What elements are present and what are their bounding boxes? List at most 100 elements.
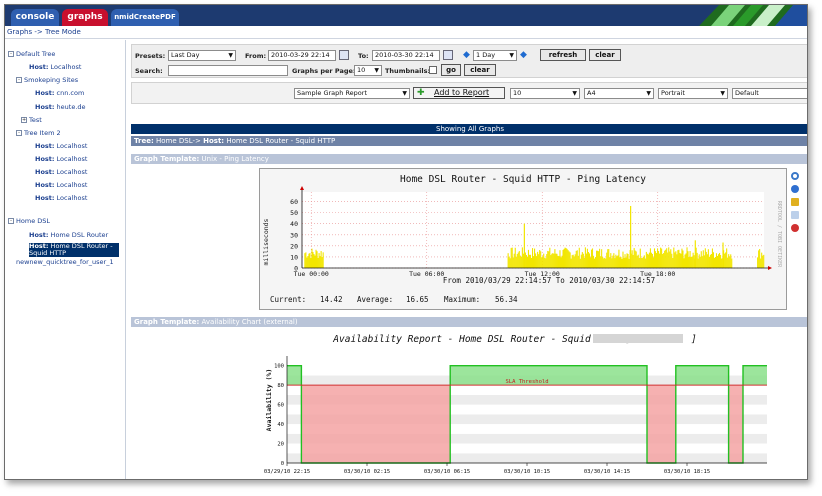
tree-host[interactable]: Host: Localhost	[35, 142, 87, 150]
tree-host[interactable]: Host: Localhost	[29, 63, 81, 71]
tree-folder[interactable]: - Default Tree	[8, 50, 55, 58]
tree-folder[interactable]: + Test	[21, 116, 42, 124]
ping-bar	[599, 248, 601, 268]
ping-bar	[595, 257, 597, 268]
ping-bar	[313, 254, 315, 268]
edit-icon[interactable]	[791, 198, 799, 206]
ping-bar	[601, 249, 603, 268]
ping-bar	[653, 248, 656, 268]
redacted-hostname	[593, 334, 683, 343]
ping-bar	[650, 252, 653, 268]
tree-item-label: Localhost	[48, 63, 82, 71]
to-date-input[interactable]: 2010-03-30 22:14	[372, 50, 440, 61]
tree-host[interactable]: Host: Localhost	[35, 181, 87, 189]
ping-bar	[513, 253, 515, 268]
go-button[interactable]: go	[441, 64, 461, 76]
ping-bar	[618, 249, 620, 268]
host-prefix: Host:	[29, 63, 49, 71]
delete-icon[interactable]	[791, 224, 799, 232]
ping-bar	[686, 247, 688, 268]
ping-bar	[639, 248, 641, 268]
report-count-select[interactable]: 10 ▼	[510, 88, 580, 99]
ping-bar	[319, 256, 321, 268]
tree-host[interactable]: Host: cnn.com	[35, 89, 84, 97]
thumbnails-checkbox[interactable]	[429, 66, 437, 74]
tree-folder[interactable]: - Home DSL	[8, 217, 50, 225]
tree-host[interactable]: Host: Localhost	[35, 168, 87, 176]
tree-host[interactable]: Host: Localhost	[35, 155, 87, 163]
ping-bar	[603, 258, 605, 268]
ping-spike-bar	[630, 205, 632, 268]
tab-graphs[interactable]: graphs	[62, 9, 108, 26]
from-date-input[interactable]: 2010-03-29 22:14	[268, 50, 336, 61]
zoom-icon[interactable]	[791, 172, 799, 180]
calendar-icon[interactable]	[443, 50, 453, 60]
ping-bar	[636, 255, 638, 268]
ping-bar	[307, 256, 309, 268]
ping-bar	[566, 248, 568, 268]
ping-bar	[507, 253, 509, 268]
availability-up-area	[287, 365, 302, 386]
clear-search-button[interactable]: clear	[464, 64, 496, 76]
ping-latency-graph[interactable]: Home DSL Router - Squid HTTP - Ping Late…	[259, 168, 787, 310]
add-to-report-button[interactable]: ✚ Add to Report	[413, 87, 505, 99]
orientation-select[interactable]: Portrait ▼	[658, 88, 728, 99]
breadcrumb-text[interactable]: Graphs -> Tree Mode	[7, 28, 81, 36]
expand-icon[interactable]: +	[21, 117, 27, 123]
ping-bar	[698, 254, 700, 268]
ping-bar	[693, 255, 695, 268]
ping-bar	[675, 251, 677, 268]
shift-left-icon[interactable]: ◆	[463, 50, 470, 60]
tree-leaf[interactable]: newnew_quicktree_for_user_1	[16, 258, 114, 266]
host-prefix: Host:	[35, 168, 55, 176]
paper-size-select[interactable]: A4 ▼	[584, 88, 654, 99]
tree-host[interactable]: Host: Home DSL Router - Squid HTTP	[29, 243, 119, 257]
ping-bar	[530, 257, 533, 268]
collapse-icon[interactable]: -	[16, 77, 22, 83]
availability-x-tick: 03/29/10 22:15	[264, 469, 310, 475]
ping-bar	[661, 248, 663, 268]
breadcrumb: Graphs -> Tree Mode	[5, 26, 807, 39]
graphs-per-page-select[interactable]: 10 ▼	[354, 65, 382, 76]
clear-button[interactable]: clear	[589, 49, 621, 61]
refresh-icon[interactable]	[791, 185, 799, 193]
tree-host[interactable]: Host: Home DSL Router	[29, 231, 108, 239]
collapse-icon[interactable]: -	[8, 51, 14, 57]
report-select[interactable]: Sample Graph Report ▼	[294, 88, 410, 99]
ping-bar	[622, 251, 624, 268]
report-count-value: 10	[513, 89, 522, 97]
ping-bar	[611, 258, 613, 268]
csv-export-icon[interactable]	[791, 211, 799, 219]
calendar-icon[interactable]	[339, 50, 349, 60]
tab-console[interactable]: console	[11, 9, 59, 26]
chevron-down-icon: ▼	[646, 90, 651, 97]
collapse-icon[interactable]: -	[8, 218, 14, 224]
ping-bar	[540, 251, 542, 268]
shift-right-icon[interactable]: ◆	[520, 50, 527, 60]
timespan-select[interactable]: 1 Day ▼	[473, 50, 517, 61]
ping-bar	[576, 250, 578, 268]
ping-bar	[658, 250, 660, 268]
presets-select[interactable]: Last Day ▼	[168, 50, 236, 61]
collapse-icon[interactable]: -	[16, 130, 22, 136]
ping-bar	[596, 250, 598, 268]
ping-bar	[316, 251, 318, 268]
search-input[interactable]	[168, 65, 288, 76]
style-select[interactable]: Default	[732, 88, 807, 99]
ping-bar	[521, 247, 523, 268]
host-prefix: Host:	[35, 181, 55, 189]
tree-folder[interactable]: - Smokeping Sites	[16, 76, 78, 84]
ping-bar	[572, 254, 574, 268]
ping-bar	[542, 256, 544, 268]
refresh-button[interactable]: refresh	[540, 49, 586, 61]
graphs-per-page-value: 10	[357, 66, 366, 74]
tab-nmidcreatepdf[interactable]: nmidCreatePDF	[111, 9, 179, 26]
availability-chart[interactable]: Availability Report - Home DSL Router - …	[257, 330, 808, 480]
ping-bar	[711, 248, 713, 268]
host-name: Home DSL Router - Squid HTTP	[224, 137, 336, 145]
ping-bar	[589, 257, 592, 268]
tree-host[interactable]: Host: Localhost	[35, 194, 87, 202]
tree-host[interactable]: Host: heute.de	[35, 103, 86, 111]
ping-bar	[631, 250, 633, 268]
tree-folder[interactable]: - Tree Item 2	[16, 129, 61, 137]
